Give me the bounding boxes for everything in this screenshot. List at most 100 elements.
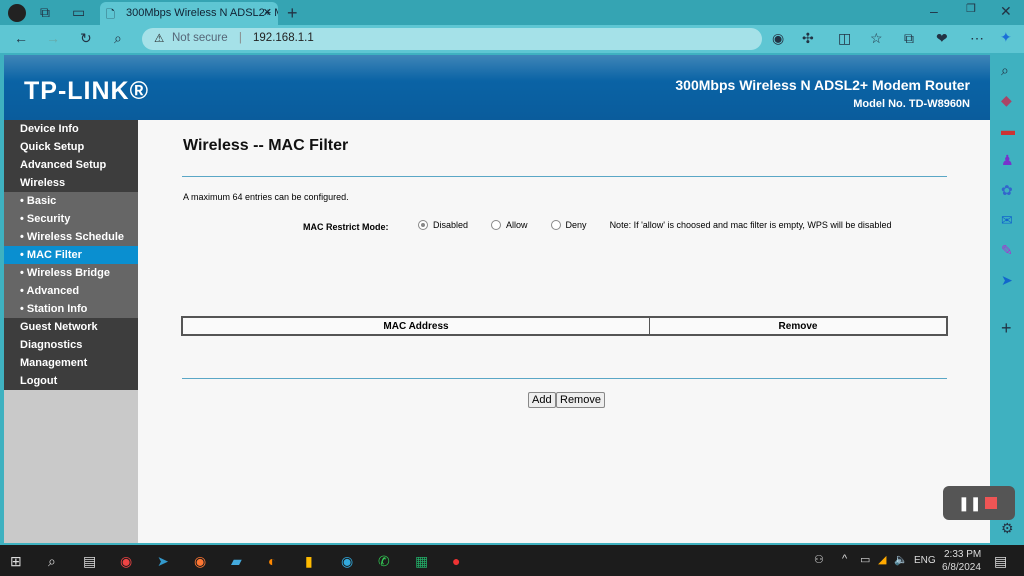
sidebar-item[interactable]: Device Info bbox=[4, 120, 138, 138]
stop-icon[interactable] bbox=[985, 497, 997, 509]
sidebar-item[interactable]: • Security bbox=[4, 210, 138, 228]
radio-disabled[interactable] bbox=[418, 220, 428, 230]
mode-radio-group: Disabled Allow Deny Note: If 'allow' is … bbox=[418, 220, 891, 230]
microsoft365-icon[interactable]: ✿ bbox=[1001, 183, 1013, 197]
performance-icon[interactable]: ❤ bbox=[936, 31, 948, 45]
edge-sidebar: ⌕ ◆ ▬ ♟ ✿ ✉ ✎ ➤ + ⚙ bbox=[992, 55, 1024, 543]
page-title: Wireless -- MAC Filter bbox=[183, 137, 349, 154]
add-icon[interactable]: + bbox=[1001, 319, 1012, 337]
sidebar-item[interactable]: Logout bbox=[4, 372, 138, 390]
radio-allow[interactable] bbox=[491, 220, 502, 230]
sidebar-menu: Device Info Quick Setup Advanced Setup Wire… bbox=[4, 120, 138, 543]
header-banner: TP-LINK® 300Mbps Wireless N ADSL2+ Modem… bbox=[4, 55, 990, 120]
sidebar-item[interactable]: • Station Info bbox=[4, 300, 138, 318]
divider bbox=[182, 378, 947, 379]
favorites-icon[interactable]: ☆ bbox=[870, 31, 883, 45]
settings-icon[interactable]: ⚙ bbox=[1001, 521, 1014, 535]
restore-icon[interactable]: ❐ bbox=[966, 4, 976, 15]
forward-icon[interactable]: → bbox=[46, 31, 60, 45]
radio-deny[interactable] bbox=[550, 220, 561, 230]
router-page: TP-LINK® 300Mbps Wireless N ADSL2+ Modem… bbox=[4, 55, 990, 543]
sidebar-item[interactable]: Quick Setup bbox=[4, 138, 138, 156]
refresh-icon[interactable]: ↻ bbox=[80, 31, 92, 45]
profile-avatar[interactable] bbox=[8, 4, 26, 22]
mac-restrict-mode-label: MAC Restrict Mode: bbox=[303, 222, 389, 232]
max-entries-info: A maximum 64 entries can be configured. bbox=[183, 192, 349, 202]
sidebar-item[interactable]: • Advanced bbox=[4, 282, 138, 300]
clock-date[interactable]: 6/8/2024 bbox=[942, 562, 981, 573]
recording-controls: ❚❚ bbox=[943, 486, 1015, 520]
sidebar-item[interactable]: • Wireless Schedule bbox=[4, 228, 138, 246]
tp-link-logo: TP-LINK® bbox=[24, 77, 150, 105]
url-text: 192.168.1.1 bbox=[253, 32, 314, 44]
people-icon[interactable]: ⚇ bbox=[814, 553, 824, 566]
taskbar: ⊞ ⌕ ▤ ◉ ➤ ◉ ▰ ◐ ▮ ◉ ✆ ▦ ● ⚇ ^ ▭ ◢ 🔈 ENG … bbox=[0, 545, 1024, 576]
app-icon[interactable]: ◐ bbox=[268, 553, 276, 569]
chrome-icon[interactable]: ◉ bbox=[120, 553, 132, 570]
close-window-icon[interactable]: ✕ bbox=[1000, 4, 1012, 18]
extensions-icon[interactable]: ✣ bbox=[802, 31, 814, 45]
search-icon[interactable]: ⌕ bbox=[1001, 63, 1009, 77]
shopping-icon[interactable]: ◆ bbox=[1001, 93, 1012, 107]
start-icon[interactable]: ⊞ bbox=[10, 553, 22, 570]
edge-icon[interactable]: ◉ bbox=[341, 553, 353, 570]
tab-router[interactable]: 300Mbps Wireless N ADSL2+ Mo 🗋 ✕ bbox=[100, 2, 278, 25]
notes-icon[interactable]: ▮ bbox=[305, 553, 313, 570]
sidebar-item[interactable]: Advanced Setup bbox=[4, 156, 138, 174]
sidebar-item[interactable]: • Wireless Bridge bbox=[4, 264, 138, 282]
sidebar-item[interactable]: Management bbox=[4, 354, 138, 372]
recorder-icon[interactable]: ● bbox=[452, 553, 460, 569]
search-icon[interactable]: ⌕ bbox=[48, 553, 56, 570]
main-content: Wireless -- MAC Filter A maximum 64 entr… bbox=[138, 120, 990, 543]
wps-note: Note: If 'allow' is choosed and mac filt… bbox=[609, 220, 892, 230]
battery-icon[interactable]: ▭ bbox=[860, 553, 870, 566]
minimize-icon[interactable]: – bbox=[930, 4, 938, 18]
language-indicator[interactable]: ENG bbox=[914, 555, 936, 566]
collections-icon[interactable]: ⧉ bbox=[904, 31, 914, 45]
tab-actions-icon[interactable]: ▭ bbox=[72, 5, 85, 19]
task-view-icon[interactable]: ▤ bbox=[83, 553, 96, 570]
workspaces-icon[interactable]: ⧉ bbox=[40, 5, 50, 19]
outlook-icon[interactable]: ✉ bbox=[1001, 213, 1013, 227]
radio-label: Deny bbox=[565, 220, 587, 230]
copilot-icon[interactable]: ✦ bbox=[1000, 30, 1012, 44]
column-remove: Remove bbox=[778, 321, 818, 332]
volume-icon[interactable]: 🔈 bbox=[894, 553, 908, 566]
chevron-up-icon[interactable]: ^ bbox=[842, 553, 847, 565]
firefox-icon[interactable]: ◉ bbox=[194, 553, 206, 570]
wifi-icon[interactable]: ◢ bbox=[878, 553, 886, 566]
url-input[interactable]: ⚠ Not secure | 192.168.1.1 bbox=[142, 28, 762, 50]
security-label[interactable]: Not secure bbox=[172, 32, 228, 44]
more-icon[interactable]: ⋯ bbox=[970, 31, 984, 45]
send-icon[interactable]: ➤ bbox=[1001, 273, 1013, 287]
sidebar-item[interactable]: Wireless bbox=[4, 174, 138, 192]
games-icon[interactable]: ♟ bbox=[1001, 153, 1014, 167]
search-icon[interactable]: ⌕ bbox=[114, 31, 122, 45]
laptop-app-icon[interactable]: ▰ bbox=[231, 553, 242, 570]
extension-icon[interactable]: ◉ bbox=[772, 31, 784, 45]
clock-time[interactable]: 2:33 PM bbox=[944, 549, 981, 560]
sidebar-item[interactable]: Guest Network bbox=[4, 318, 138, 336]
radio-label: Disabled bbox=[433, 220, 469, 230]
designer-icon[interactable]: ✎ bbox=[1001, 243, 1013, 257]
remove-button[interactable]: Remove bbox=[556, 392, 605, 408]
split-screen-icon[interactable]: ◫ bbox=[838, 31, 851, 45]
pause-icon[interactable]: ❚❚ bbox=[958, 495, 981, 512]
model-number: Model No. TD-W8960N bbox=[853, 98, 970, 110]
sidebar-item[interactable]: Diagnostics bbox=[4, 336, 138, 354]
tools-icon[interactable]: ▬ bbox=[1001, 123, 1015, 137]
new-tab-icon[interactable]: + bbox=[287, 4, 298, 22]
notifications-icon[interactable]: ▤ bbox=[994, 553, 1007, 570]
close-tab-icon[interactable]: ✕ bbox=[263, 6, 272, 19]
product-name: 300Mbps Wireless N ADSL2+ Modem Router bbox=[675, 77, 970, 93]
warning-icon: ⚠ bbox=[154, 33, 165, 45]
sidebar-item[interactable]: • MAC Filter bbox=[4, 246, 138, 264]
tab-title: 300Mbps Wireless N ADSL2+ Mo bbox=[126, 7, 278, 19]
excel-icon[interactable]: ▦ bbox=[415, 553, 428, 570]
sidebar-item[interactable]: • Basic bbox=[4, 192, 138, 210]
whatsapp-icon[interactable]: ✆ bbox=[378, 553, 390, 570]
divider bbox=[182, 176, 947, 177]
back-icon[interactable]: ← bbox=[14, 31, 28, 45]
telegram-icon[interactable]: ➤ bbox=[157, 553, 169, 570]
add-button[interactable]: Add bbox=[528, 392, 556, 408]
